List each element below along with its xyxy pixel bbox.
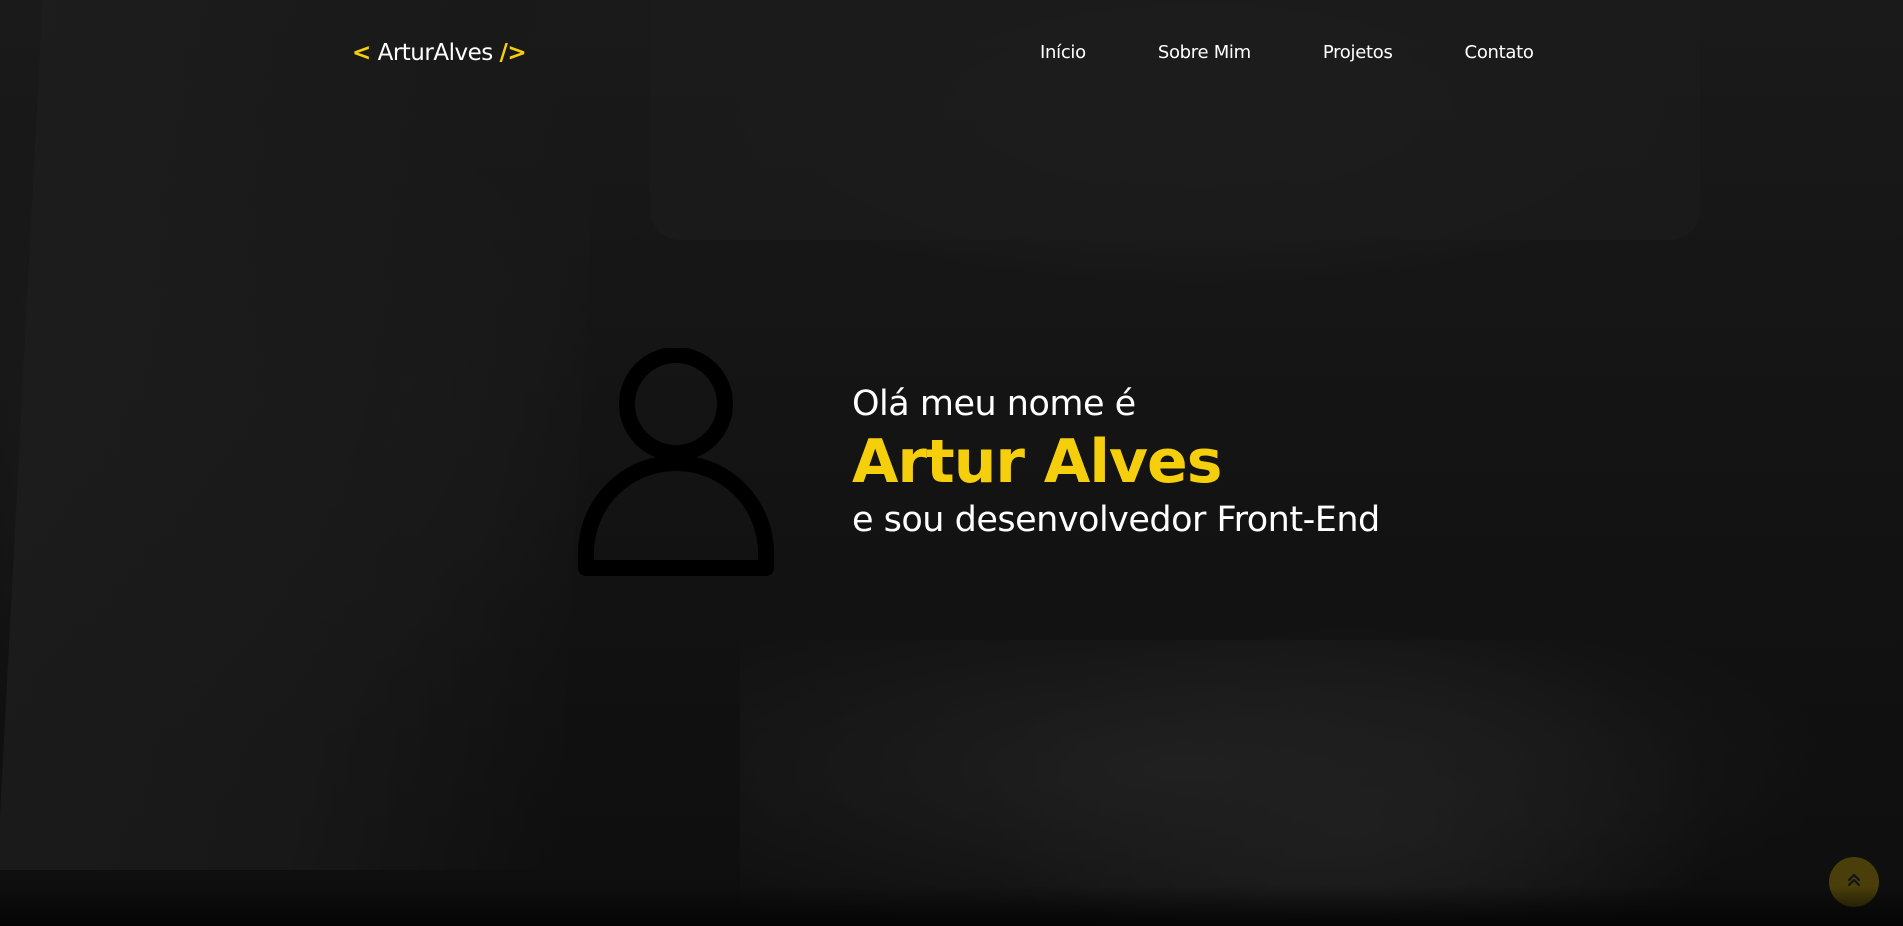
main-nav: Início Sobre Mim Projetos Contato: [1040, 42, 1534, 63]
hero-section: < ArturAlves /> Início Sobre Mim Projeto…: [0, 0, 1903, 926]
hero-greeting: Olá meu nome é: [852, 384, 1136, 424]
scroll-top-button[interactable]: [1829, 857, 1879, 907]
bottom-fade: [0, 886, 1903, 926]
user-icon: [578, 347, 774, 578]
background-hands: [740, 640, 1840, 926]
hero-text: Olá meu nome é Artur Alves e sou desenvo…: [852, 382, 1380, 542]
logo-close-bracket: />: [499, 40, 527, 66]
site-header: < ArturAlves /> Início Sobre Mim Projeto…: [0, 0, 1903, 110]
logo-text: ArturAlves: [377, 40, 494, 66]
hero-name: Artur Alves: [852, 427, 1222, 497]
background-laptop: [0, 0, 603, 870]
chevrons-up-icon: [1845, 871, 1863, 893]
nav-link-contato[interactable]: Contato: [1465, 42, 1534, 63]
nav-link-inicio[interactable]: Início: [1040, 42, 1086, 63]
nav-link-projetos[interactable]: Projetos: [1323, 42, 1393, 63]
logo-open-bracket: <: [352, 40, 371, 66]
hero-role: e sou desenvolvedor Front-End: [852, 500, 1380, 540]
site-logo[interactable]: < ArturAlves />: [352, 40, 527, 66]
nav-link-sobre-mim[interactable]: Sobre Mim: [1158, 42, 1251, 63]
